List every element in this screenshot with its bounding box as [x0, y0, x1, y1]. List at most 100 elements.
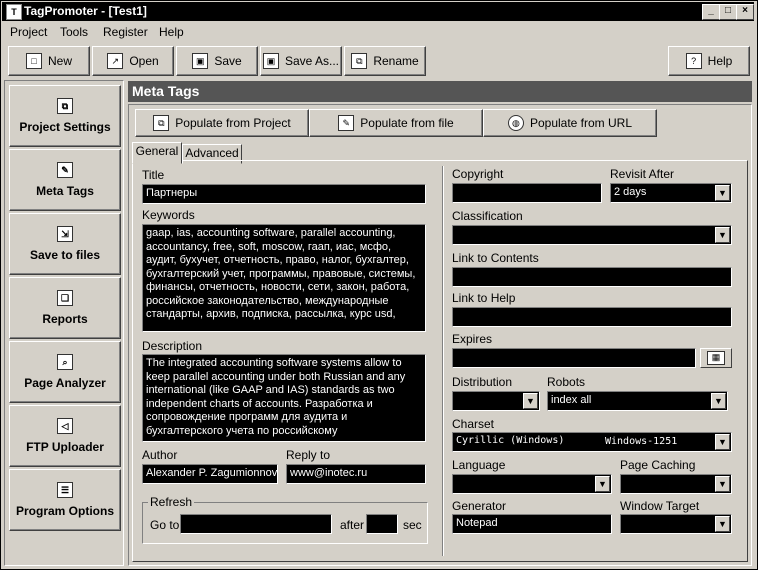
goto-input[interactable] [180, 514, 332, 534]
menu-help[interactable]: Help [159, 25, 184, 39]
page-caching-select[interactable]: ▼ [620, 474, 732, 494]
app-icon: T [6, 4, 22, 20]
populate-from-file-button[interactable]: ✎ Populate from file [309, 109, 483, 137]
populate-from-project-button[interactable]: ⧉ Populate from Project [135, 109, 309, 137]
project-icon: ⧉ [153, 115, 170, 131]
chevron-down-icon[interactable]: ▼ [715, 434, 730, 450]
title-label: Title [142, 168, 165, 182]
reply-to-label: Reply to [286, 448, 331, 462]
charset-label: Charset [452, 417, 495, 431]
revisit-after-label: Revisit After [610, 167, 675, 181]
save-button[interactable]: ▣ Save [176, 46, 258, 76]
chevron-down-icon[interactable]: ▼ [715, 185, 730, 201]
rename-label: Rename [373, 54, 419, 68]
tab-general[interactable]: General [132, 142, 182, 164]
sidebar-item-label: Project Settings [19, 120, 111, 134]
keywords-label: Keywords [142, 208, 195, 222]
sec-label: sec [403, 518, 422, 532]
refresh-label: Refresh [148, 495, 195, 509]
menu-project[interactable]: Project [10, 25, 47, 39]
copyright-input[interactable] [452, 183, 602, 203]
calendar-icon: ▦ [707, 351, 725, 365]
robots-value: index all [551, 394, 592, 406]
new-document-icon: □ [25, 53, 42, 69]
chevron-down-icon[interactable]: ▼ [715, 476, 730, 492]
link-to-contents-label: Link to Contents [452, 251, 539, 265]
page-caching-label: Page Caching [620, 458, 696, 472]
populate-url-label: Populate from URL [529, 116, 633, 130]
sidebar-item-label: Meta Tags [36, 184, 94, 198]
help-button[interactable]: ? Help [668, 46, 750, 76]
description-textarea[interactable]: The integrated accounting software syste… [142, 354, 426, 442]
sidebar-item-meta-tags[interactable]: ✎ Meta Tags [9, 149, 121, 211]
sidebar-item-label: Save to files [29, 248, 101, 262]
project-settings-icon: ⧉ [57, 98, 73, 114]
floppy-disk-icon: ▣ [192, 53, 209, 69]
save-to-files-icon: ⇲ [57, 226, 73, 242]
options-icon: ☰ [57, 482, 73, 498]
book-icon: ❏ [57, 290, 73, 306]
column-divider [442, 166, 444, 556]
after-label: after [340, 518, 365, 532]
distribution-select[interactable]: ▼ [452, 391, 540, 411]
sidebar-item-label: Page Analyzer [24, 376, 106, 390]
link-to-contents-input[interactable] [452, 267, 732, 287]
sidebar-item-save-to-files[interactable]: ⇲ Save to files [9, 213, 121, 275]
reply-to-input[interactable]: www@inotec.ru [286, 464, 426, 484]
globe-icon: ◍ [507, 115, 524, 131]
sidebar-item-ftp-uploader[interactable]: ◁ FTP Uploader [9, 405, 121, 467]
sidebar-item-project-settings[interactable]: ⧉ Project Settings [9, 85, 121, 147]
classification-label: Classification [452, 209, 523, 223]
maximize-button[interactable]: □ [719, 4, 737, 20]
charset-name: Cyrillic (Windows) [456, 435, 565, 446]
author-input[interactable]: Alexander P. Zagumionnov [142, 464, 278, 484]
rename-button[interactable]: ⧉ Rename [344, 46, 426, 76]
title-bar: T TagPromoter - [Test1] _ □ × [2, 2, 754, 21]
sidebar-item-reports[interactable]: ❏ Reports [9, 277, 121, 339]
save-as-button[interactable]: ▣ Save As... [260, 46, 342, 76]
window-target-select[interactable]: ▼ [620, 514, 732, 534]
robots-select[interactable]: index all ▼ [547, 391, 728, 411]
open-button[interactable]: ↗ Open [92, 46, 174, 76]
sidebar-item-page-analyzer[interactable]: ⌕ Page Analyzer [9, 341, 121, 403]
title-input[interactable]: Партнеры [142, 184, 426, 204]
minimize-button[interactable]: _ [702, 4, 720, 20]
charset-code: Windows-1251 [605, 436, 678, 447]
populate-from-url-button[interactable]: ◍ Populate from URL [483, 109, 657, 137]
chevron-down-icon[interactable]: ▼ [523, 393, 538, 409]
language-label: Language [452, 458, 506, 472]
chevron-down-icon[interactable]: ▼ [711, 393, 726, 409]
calendar-button[interactable]: ▦ [700, 348, 732, 368]
menu-register[interactable]: Register [103, 25, 148, 39]
author-label: Author [142, 448, 178, 462]
sidebar-item-program-options[interactable]: ☰ Program Options [9, 469, 121, 531]
chevron-down-icon[interactable]: ▼ [715, 516, 730, 532]
open-label: Open [129, 54, 159, 68]
upload-icon: ◁ [57, 418, 73, 434]
window-title: TagPromoter - [Test1] [24, 4, 147, 18]
window-target-label: Window Target [620, 499, 700, 513]
save-as-label: Save As... [284, 54, 340, 68]
after-input[interactable] [366, 514, 398, 534]
charset-select[interactable]: Cyrillic (Windows) Windows-1251 ▼ [452, 432, 732, 452]
generator-label: Generator [452, 499, 507, 513]
robots-label: Robots [547, 375, 586, 389]
help-label: Help [707, 54, 733, 68]
keywords-textarea[interactable]: gaap, ias, accounting software, parallel… [142, 224, 426, 332]
copyright-label: Copyright [452, 167, 504, 181]
close-button[interactable]: × [736, 4, 754, 20]
goto-label: Go to [150, 518, 180, 532]
chevron-down-icon[interactable]: ▼ [715, 227, 730, 243]
expires-input[interactable] [452, 348, 696, 368]
menu-tools[interactable]: Tools [60, 25, 88, 39]
revisit-after-select[interactable]: 2 days ▼ [610, 183, 732, 203]
link-to-help-input[interactable] [452, 307, 732, 327]
generator-input[interactable]: Notepad [452, 514, 612, 534]
save-label: Save [214, 54, 242, 68]
chevron-down-icon[interactable]: ▼ [595, 476, 610, 492]
toolbar: □ New ↗ Open ▣ Save ▣ Save As... ⧉ Renam… [2, 44, 754, 76]
new-button[interactable]: □ New [8, 46, 90, 76]
classification-select[interactable]: ▼ [452, 225, 732, 245]
sidebar-item-label: FTP Uploader [26, 440, 104, 454]
language-select[interactable]: ▼ [452, 474, 612, 494]
